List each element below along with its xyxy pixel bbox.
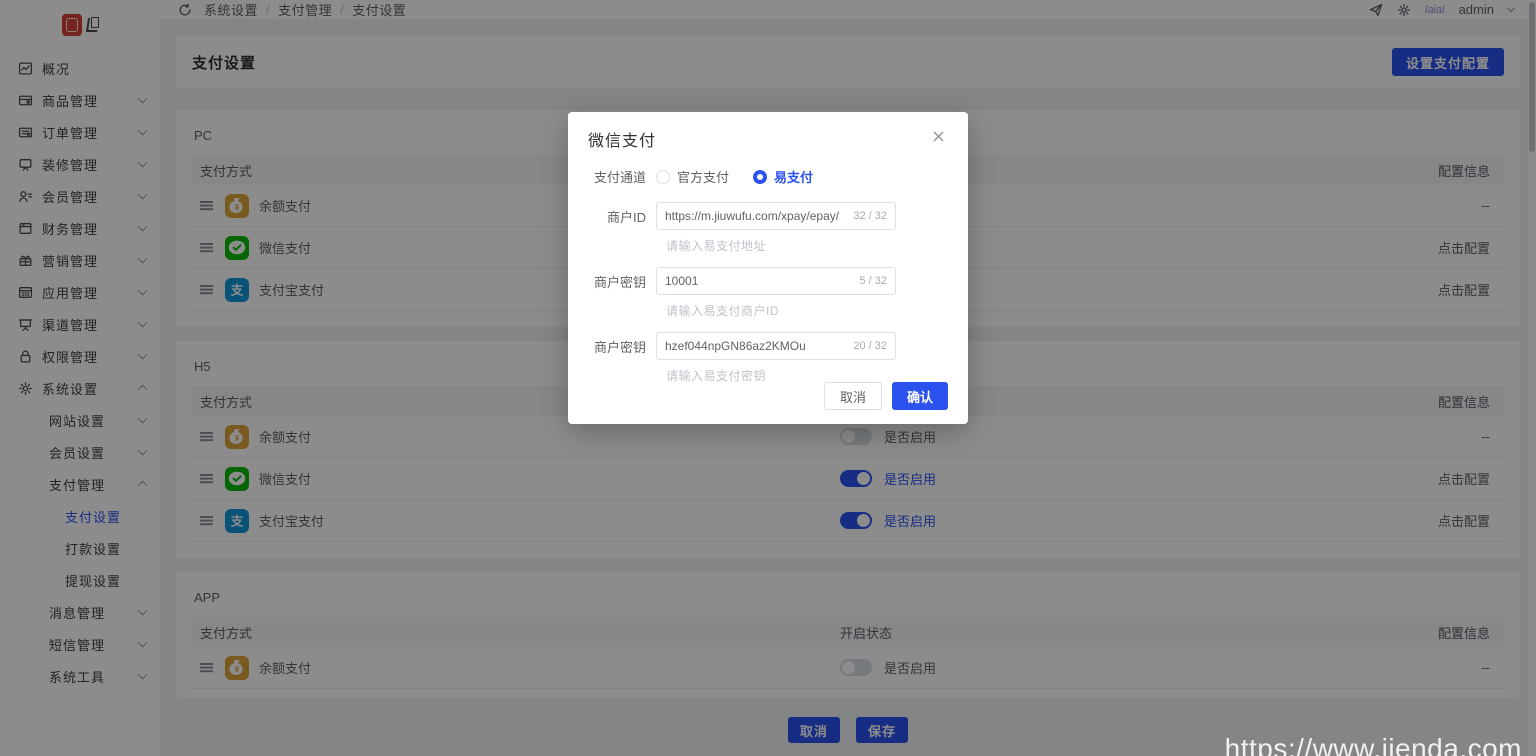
- merchant-secret-row: 商户密钥 hzef044npGN86az2KMOu 20 / 32: [568, 332, 968, 360]
- field-label: 商户ID: [568, 207, 656, 226]
- merchant-key-row: 商户密钥 10001 5 / 32: [568, 267, 968, 295]
- radio-icon: [656, 170, 670, 184]
- field-label: 商户密钥: [568, 337, 656, 356]
- merchant-key-input[interactable]: 10001 5 / 32: [656, 267, 896, 295]
- modal-confirm-button[interactable]: 确认: [892, 382, 948, 410]
- modal-cancel-button[interactable]: 取消: [824, 382, 882, 410]
- char-counter: 20 / 32: [853, 340, 887, 352]
- radio-official-pay[interactable]: 官方支付: [656, 167, 729, 186]
- wechat-pay-modal: 微信支付 支付通道 官方支付 易支付 商户ID https://m.jiuwuf…: [568, 112, 968, 424]
- modal-title: 微信支付: [588, 127, 656, 151]
- merchant-secret-input[interactable]: hzef044npGN86az2KMOu 20 / 32: [656, 332, 896, 360]
- field-label: 商户密钥: [568, 272, 656, 291]
- input-value: https://m.jiuwufu.com/xpay/epay/: [665, 209, 839, 223]
- radio-selected-icon: [753, 170, 767, 184]
- input-value: hzef044npGN86az2KMOu: [665, 339, 806, 353]
- field-label: 支付通道: [568, 167, 656, 186]
- merchant-id-input[interactable]: https://m.jiuwufu.com/xpay/epay/ 32 / 32: [656, 202, 896, 230]
- char-counter: 5 / 32: [859, 275, 887, 287]
- field-hint: 请输入易支付商户ID: [666, 302, 968, 319]
- watermark: https://www.jienda.com: [1225, 733, 1522, 756]
- radio-label: 易支付: [774, 167, 813, 186]
- merchant-id-row: 商户ID https://m.jiuwufu.com/xpay/epay/ 32…: [568, 202, 968, 230]
- field-hint: 请输入易支付地址: [666, 237, 968, 254]
- radio-label: 官方支付: [677, 167, 729, 186]
- payment-channel-row: 支付通道 官方支付 易支付: [568, 167, 968, 186]
- radio-epay[interactable]: 易支付: [753, 167, 813, 186]
- input-value: 10001: [665, 274, 698, 288]
- close-icon[interactable]: [929, 127, 948, 146]
- char-counter: 32 / 32: [853, 210, 887, 222]
